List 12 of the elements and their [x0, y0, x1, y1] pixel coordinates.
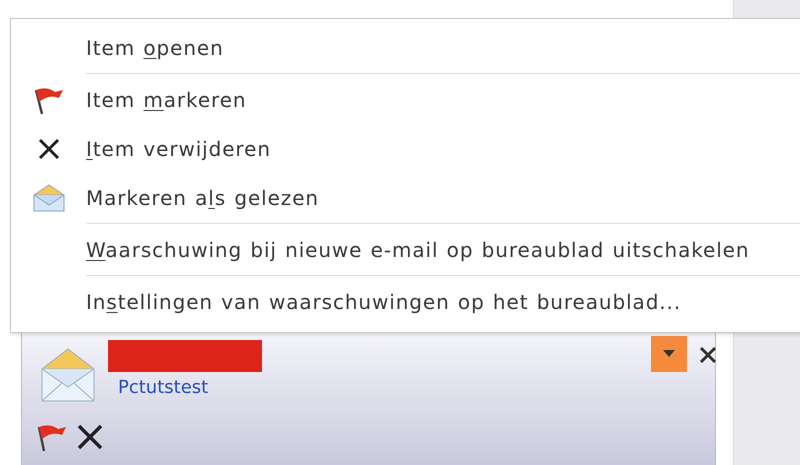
- menu-item[interactable]: Item markeren: [86, 84, 246, 114]
- menu-item[interactable]: Item openen: [86, 32, 224, 62]
- menu-item[interactable]: Waarschuwing bij nieuwe e-mail op bureaublad uitschakelen: [86, 234, 750, 264]
- delete-icon[interactable]: [76, 423, 104, 451]
- options-button[interactable]: [651, 336, 687, 372]
- envelope-icon: [32, 182, 66, 212]
- menu-item[interactable]: Instellingen van waarschuwingen op het bureaublad...: [86, 286, 682, 316]
- delete-icon: [36, 136, 60, 160]
- sender-link[interactable]: Pctutstest: [118, 374, 208, 401]
- caret-icon: [663, 350, 675, 358]
- menu-item[interactable]: Item verwijderen: [86, 134, 271, 164]
- menu-item[interactable]: Markeren a ls gelezen: [86, 182, 319, 212]
